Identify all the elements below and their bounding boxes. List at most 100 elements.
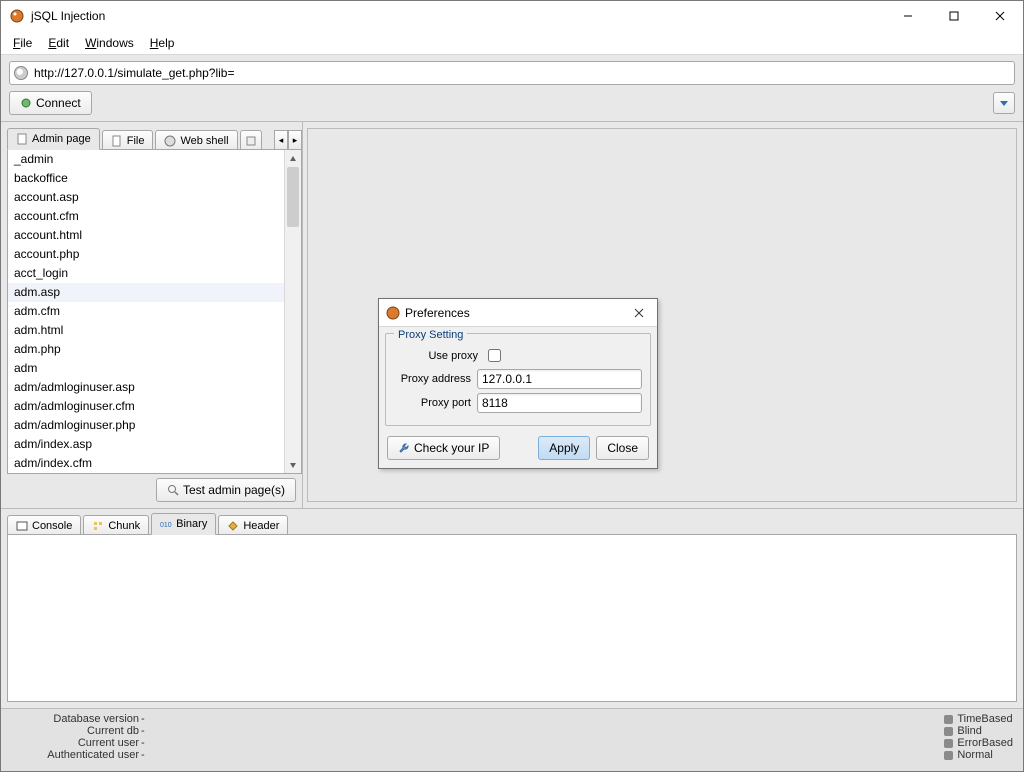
- list-item[interactable]: adm.cfm: [8, 302, 284, 321]
- list-item[interactable]: adm.asp: [8, 283, 284, 302]
- led-errorbased: [944, 739, 953, 748]
- tab-scroll-right[interactable]: ▸: [288, 130, 302, 150]
- input-proxy-address[interactable]: [477, 369, 642, 389]
- list-item[interactable]: adm/admloginuser.cfm: [8, 397, 284, 416]
- admin-list[interactable]: _adminbackofficeaccount.aspaccount.cfmac…: [8, 150, 284, 473]
- page-icon: [16, 133, 28, 145]
- file-icon: [111, 135, 123, 147]
- scroll-down[interactable]: [285, 456, 301, 473]
- tab-header[interactable]: Header: [218, 515, 288, 535]
- wrench-icon: [398, 442, 410, 454]
- label-db-version: Database version: [11, 713, 141, 725]
- list-item[interactable]: adm.php: [8, 340, 284, 359]
- dropdown-toggle[interactable]: [993, 92, 1015, 114]
- titlebar: jSQL Injection: [1, 1, 1023, 31]
- scroll-up[interactable]: [285, 150, 301, 167]
- list-item[interactable]: account.php: [8, 245, 284, 264]
- fieldset-legend: Proxy Setting: [394, 329, 467, 341]
- dialog-titlebar[interactable]: Preferences: [379, 299, 657, 327]
- magnifier-icon: [167, 484, 179, 496]
- statusbar: Database version- Current db- Current us…: [1, 709, 1023, 771]
- list-item[interactable]: adm.html: [8, 321, 284, 340]
- value-current-user: -: [141, 737, 145, 749]
- value-db-version: -: [141, 713, 145, 725]
- proxy-fieldset: Proxy Setting Use proxy Proxy address Pr…: [385, 333, 651, 426]
- menubar: File Edit Windows Help: [1, 31, 1023, 55]
- list-item[interactable]: account.html: [8, 226, 284, 245]
- header-icon: [227, 520, 239, 532]
- menu-file[interactable]: File: [5, 34, 40, 52]
- apply-button[interactable]: Apply: [538, 436, 590, 460]
- check-ip-button[interactable]: Check your IP: [387, 436, 500, 460]
- plug-icon: [20, 97, 32, 109]
- dialog-title: Preferences: [405, 306, 625, 320]
- url-input-wrap[interactable]: [9, 61, 1015, 85]
- led-blind: [944, 727, 953, 736]
- tab-console[interactable]: Console: [7, 515, 81, 535]
- list-item[interactable]: adm/index.cfm: [8, 454, 284, 473]
- top-toolbar: Connect: [1, 55, 1023, 122]
- label-proxy-port: Proxy port: [394, 397, 477, 409]
- led-normal: [944, 751, 953, 760]
- status-left: Database version- Current db- Current us…: [11, 713, 944, 767]
- menu-windows[interactable]: Windows: [77, 34, 142, 52]
- list-item[interactable]: adm/admloginuser.php: [8, 416, 284, 435]
- label-auth-user: Authenticated user: [11, 749, 141, 761]
- tab-extra[interactable]: [240, 130, 262, 150]
- window-title: jSQL Injection: [31, 9, 885, 23]
- app-icon: [9, 8, 25, 24]
- input-proxy-port[interactable]: [477, 393, 642, 413]
- list-item[interactable]: adm: [8, 359, 284, 378]
- chunk-icon: [92, 520, 104, 532]
- list-item[interactable]: acct_login: [8, 264, 284, 283]
- value-auth-user: -: [141, 749, 145, 761]
- tab-scroll-left[interactable]: ◂: [274, 130, 288, 150]
- list-item[interactable]: adm/admloginuser.asp: [8, 378, 284, 397]
- list-item[interactable]: account.cfm: [8, 207, 284, 226]
- scroll-track[interactable]: [285, 167, 301, 456]
- preferences-dialog: Preferences Proxy Setting Use proxy Prox…: [378, 298, 658, 469]
- connect-button[interactable]: Connect: [9, 91, 92, 115]
- value-current-db: -: [141, 725, 145, 737]
- close-dialog-button[interactable]: Close: [596, 436, 649, 460]
- shell-icon: [164, 135, 176, 147]
- list-item[interactable]: account.asp: [8, 188, 284, 207]
- globe-icon: [14, 66, 28, 80]
- minimize-button[interactable]: [885, 1, 931, 31]
- list-item[interactable]: adm/index.asp: [8, 435, 284, 454]
- url-input[interactable]: [32, 65, 1010, 81]
- label-current-db: Current db: [11, 725, 141, 737]
- test-admin-button[interactable]: Test admin page(s): [156, 478, 296, 502]
- list-scrollbar[interactable]: [284, 150, 301, 473]
- list-item[interactable]: backoffice: [8, 169, 284, 188]
- console-icon: [16, 520, 28, 532]
- list-item[interactable]: _admin: [8, 150, 284, 169]
- scroll-thumb[interactable]: [287, 167, 299, 227]
- label-current-user: Current user: [11, 737, 141, 749]
- tab-binary[interactable]: 010 Binary: [151, 513, 216, 535]
- tab-web-shell[interactable]: Web shell: [155, 130, 237, 150]
- led-timebased: [944, 715, 953, 724]
- console-output[interactable]: [7, 534, 1017, 702]
- maximize-button[interactable]: [931, 1, 977, 31]
- left-tabstrip: Admin page File Web shell ◂ ▸: [7, 128, 302, 150]
- left-panel: Admin page File Web shell ◂ ▸: [1, 122, 303, 508]
- extra-icon: [245, 135, 257, 147]
- label-proxy-address: Proxy address: [394, 373, 477, 385]
- console-tabstrip: Console Chunk 010 Binary Header: [1, 509, 1023, 535]
- dialog-icon: [385, 305, 401, 321]
- checkbox-use-proxy[interactable]: [488, 349, 501, 362]
- console-panel: Console Chunk 010 Binary Header: [1, 509, 1023, 709]
- menu-help[interactable]: Help: [142, 34, 183, 52]
- svg-text:010: 010: [160, 522, 172, 529]
- label-use-proxy: Use proxy: [394, 350, 484, 362]
- app-window: jSQL Injection File Edit Windows Help Co…: [0, 0, 1024, 772]
- tab-admin-page[interactable]: Admin page: [7, 128, 100, 150]
- tab-file[interactable]: File: [102, 130, 154, 150]
- close-button[interactable]: [977, 1, 1023, 31]
- tab-chunk[interactable]: Chunk: [83, 515, 149, 535]
- dialog-close-button[interactable]: [625, 303, 653, 323]
- menu-edit[interactable]: Edit: [40, 34, 77, 52]
- admin-list-container: _adminbackofficeaccount.aspaccount.cfmac…: [7, 149, 302, 474]
- status-right: TimeBased Blind ErrorBased Normal: [944, 713, 1013, 767]
